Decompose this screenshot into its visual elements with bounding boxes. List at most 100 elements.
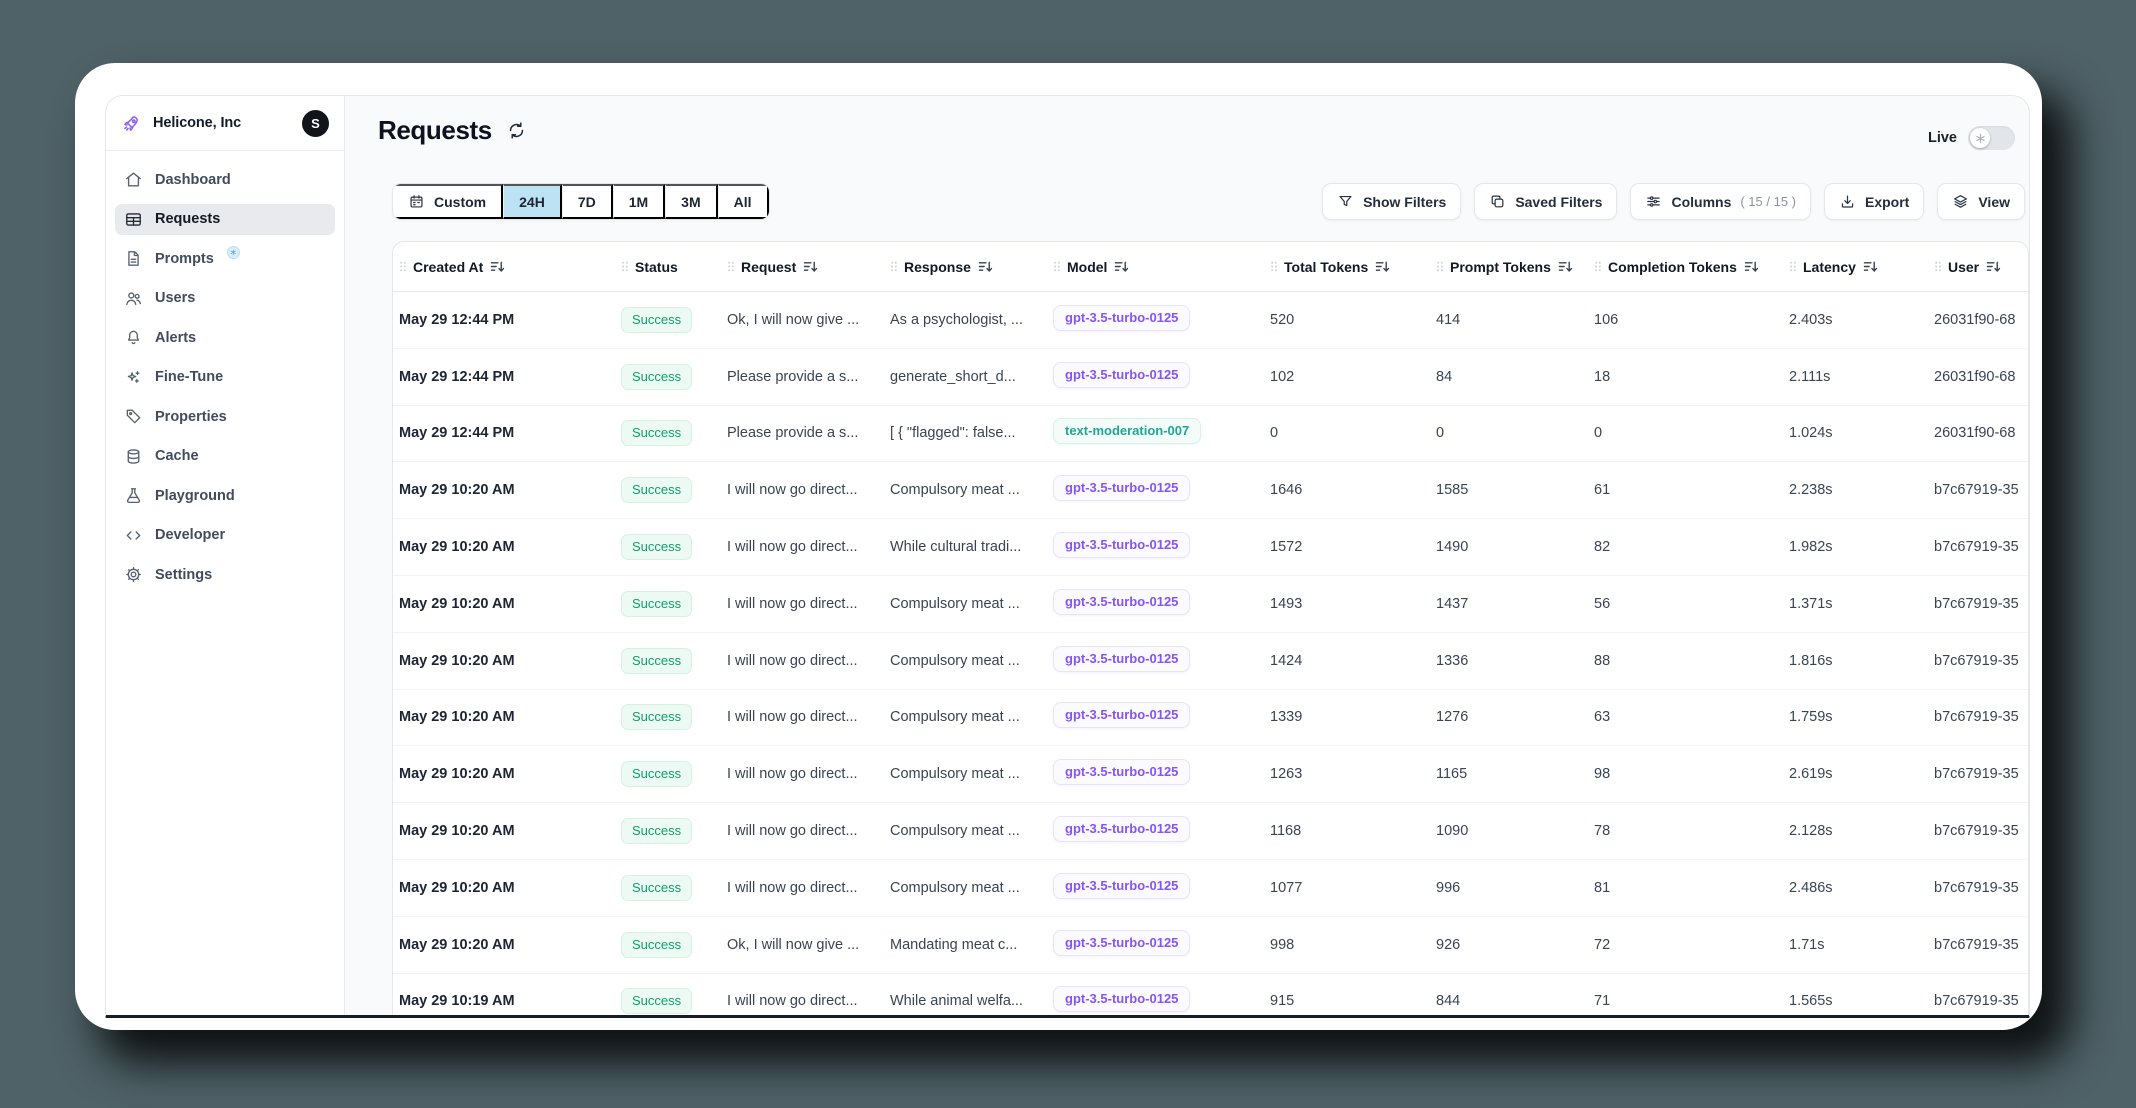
home-icon: [124, 170, 143, 189]
cell-total-tokens: 1646: [1264, 482, 1430, 498]
drag-handle-icon[interactable]: [1594, 260, 1602, 273]
cell-prompt-tokens: 1165: [1430, 766, 1588, 782]
users-icon: [124, 289, 143, 308]
col-header-status[interactable]: Status: [615, 259, 721, 275]
time-range-7d[interactable]: 7D: [562, 184, 613, 219]
export-button[interactable]: Export: [1824, 183, 1924, 220]
cell-total-tokens: 1339: [1264, 709, 1430, 725]
sidebar-item-prompts[interactable]: Prompts: [115, 243, 335, 274]
cell-prompt-tokens: 0: [1430, 425, 1588, 441]
cell-status: Success: [615, 591, 721, 617]
drag-handle-icon[interactable]: [1789, 260, 1797, 273]
cell-latency: 1.71s: [1783, 937, 1928, 953]
sidebar-item-fine-tune[interactable]: Fine-Tune: [115, 362, 335, 393]
cell-prompt-tokens: 926: [1430, 937, 1588, 953]
sort-icon[interactable]: [1375, 260, 1390, 273]
table-row[interactable]: May 29 10:20 AM Success I will now go di…: [393, 803, 2028, 860]
cell-status: Success: [615, 988, 721, 1014]
sort-icon[interactable]: [1558, 260, 1573, 273]
sliders-icon: [1645, 193, 1662, 210]
col-header-user[interactable]: User: [1928, 259, 2028, 275]
cell-created-at: May 29 10:20 AM: [393, 482, 615, 498]
drag-handle-icon[interactable]: [890, 260, 898, 273]
status-badge: Success: [621, 477, 692, 503]
drag-handle-icon[interactable]: [727, 260, 735, 273]
cell-latency: 2.486s: [1783, 880, 1928, 896]
model-badge: gpt-3.5-turbo-0125: [1053, 816, 1190, 842]
status-badge: Success: [621, 591, 692, 617]
refresh-button[interactable]: [506, 120, 527, 141]
cell-prompt-tokens: 414: [1430, 312, 1588, 328]
download-icon: [1839, 193, 1856, 210]
col-header-request[interactable]: Request: [721, 259, 884, 275]
sort-icon[interactable]: [1986, 260, 2001, 273]
cell-request: I will now go direct...: [721, 539, 884, 555]
drag-handle-icon[interactable]: [1270, 260, 1278, 273]
drag-handle-icon[interactable]: [1436, 260, 1444, 273]
saved-filters-button[interactable]: Saved Filters: [1474, 183, 1617, 220]
col-header-total-tokens[interactable]: Total Tokens: [1264, 259, 1430, 275]
copy-icon: [1489, 193, 1506, 210]
table-row[interactable]: May 29 10:20 AM Success I will now go di…: [393, 633, 2028, 690]
columns-button[interactable]: Columns ( 15 / 15 ): [1630, 183, 1811, 220]
drag-handle-icon[interactable]: [399, 260, 407, 273]
sort-icon[interactable]: [1744, 260, 1759, 273]
table-row[interactable]: May 29 10:20 AM Success I will now go di…: [393, 860, 2028, 917]
table-row[interactable]: May 29 12:44 PM Success Ok, I will now g…: [393, 292, 2028, 349]
sort-icon[interactable]: [978, 260, 993, 273]
table-row[interactable]: May 29 12:44 PM Success Please provide a…: [393, 406, 2028, 463]
sidebar-item-requests[interactable]: Requests: [115, 204, 335, 235]
cell-prompt-tokens: 1090: [1430, 823, 1588, 839]
col-header-model[interactable]: Model: [1047, 259, 1264, 275]
sidebar-item-developer[interactable]: Developer: [115, 520, 335, 551]
sort-icon[interactable]: [490, 260, 505, 273]
sidebar-item-users[interactable]: Users: [115, 283, 335, 314]
org-row[interactable]: Helicone, Inc S: [106, 96, 344, 151]
table-row[interactable]: May 29 10:20 AM Success Ok, I will now g…: [393, 917, 2028, 974]
table-icon: [124, 210, 143, 229]
table-row[interactable]: May 29 10:20 AM Success I will now go di…: [393, 576, 2028, 633]
time-range-custom[interactable]: Custom: [393, 184, 503, 219]
sidebar-nav: Dashboard Requests Prompts Users Alerts …: [106, 151, 344, 603]
show-filters-button[interactable]: Show Filters: [1322, 183, 1461, 220]
sidebar-item-alerts[interactable]: Alerts: [115, 322, 335, 353]
drag-handle-icon[interactable]: [1053, 260, 1061, 273]
table-row[interactable]: May 29 10:19 AM Success I will now go di…: [393, 974, 2028, 1015]
time-range-1m[interactable]: 1M: [613, 184, 665, 219]
table-row[interactable]: May 29 10:20 AM Success I will now go di…: [393, 462, 2028, 519]
col-header-created-at[interactable]: Created At: [393, 259, 615, 275]
col-header-prompt-tokens[interactable]: Prompt Tokens: [1430, 259, 1588, 275]
cell-status: Success: [615, 534, 721, 560]
sidebar-item-properties[interactable]: Properties: [115, 401, 335, 432]
view-button[interactable]: View: [1937, 183, 2025, 220]
avatar[interactable]: S: [302, 110, 329, 137]
sort-icon[interactable]: [1114, 260, 1129, 273]
table-row[interactable]: May 29 10:20 AM Success I will now go di…: [393, 519, 2028, 576]
time-range-24h[interactable]: 24H: [503, 184, 562, 219]
table-row[interactable]: May 29 10:20 AM Success I will now go di…: [393, 690, 2028, 747]
drag-handle-icon[interactable]: [621, 260, 629, 273]
cell-request: Please provide a s...: [721, 369, 884, 385]
cell-user: b7c67919-35: [1928, 993, 2028, 1009]
live-toggle[interactable]: [1968, 126, 2015, 150]
cell-created-at: May 29 10:20 AM: [393, 653, 615, 669]
table-row[interactable]: May 29 12:44 PM Success Please provide a…: [393, 349, 2028, 406]
cell-model: gpt-3.5-turbo-0125: [1047, 702, 1264, 732]
col-header-response[interactable]: Response: [884, 259, 1047, 275]
col-header-completion-tokens[interactable]: Completion Tokens: [1588, 259, 1783, 275]
cell-completion-tokens: 98: [1588, 766, 1783, 782]
table-row[interactable]: May 29 10:20 AM Success I will now go di…: [393, 746, 2028, 803]
cell-response: Mandating meat c...: [884, 937, 1047, 953]
col-header-latency[interactable]: Latency: [1783, 259, 1928, 275]
cell-total-tokens: 520: [1264, 312, 1430, 328]
sidebar-item-dashboard[interactable]: Dashboard: [115, 164, 335, 195]
time-range-all[interactable]: All: [718, 184, 769, 219]
sort-icon[interactable]: [1863, 260, 1878, 273]
sidebar-item-cache[interactable]: Cache: [115, 441, 335, 472]
drag-handle-icon[interactable]: [1934, 260, 1942, 273]
time-range-3m[interactable]: 3M: [665, 184, 717, 219]
sidebar-item-playground[interactable]: Playground: [115, 480, 335, 511]
sidebar-item-settings[interactable]: Settings: [115, 559, 335, 590]
sort-icon[interactable]: [803, 260, 818, 273]
helicone-rocket-icon: [121, 113, 142, 134]
